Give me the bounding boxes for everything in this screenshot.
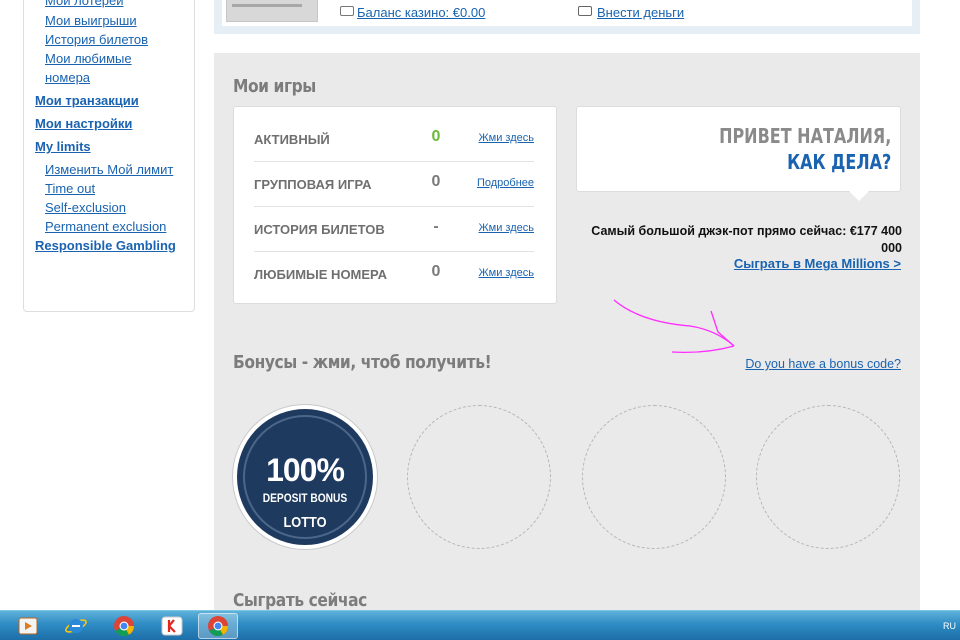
media-player-icon — [18, 617, 38, 635]
game-row-link[interactable]: Жми здесь — [479, 132, 535, 144]
sidebar-item-my-winnings[interactable]: Мои выигрыши — [45, 13, 137, 28]
chrome-icon — [208, 616, 229, 637]
game-row-link[interactable]: Подробнее — [477, 177, 534, 189]
casino-balance-link[interactable]: Баланс казино: €0.00 — [357, 5, 485, 20]
internet-explorer-icon — [65, 619, 87, 633]
badge-percent: 100% — [266, 452, 345, 488]
badge-label: DEPOSIT BONUS — [262, 491, 348, 505]
game-row-value: 0 — [431, 173, 441, 190]
sidebar-item-time-out[interactable]: Time out — [45, 181, 95, 196]
empty-bonus-slot — [756, 405, 900, 549]
game-row-group-play: ГРУППОВАЯ ИГРА 0 Подробнее — [254, 162, 534, 207]
game-row-link[interactable]: Жми здесь — [479, 267, 535, 279]
sidebar-item-my-limits[interactable]: My limits — [35, 139, 91, 154]
empty-bonus-slot — [582, 405, 726, 549]
bonus-code-link[interactable]: Do you have a bonus code? — [745, 357, 901, 371]
language-indicator[interactable]: RU — [943, 621, 956, 631]
windows-taskbar: RU — [0, 610, 960, 640]
sidebar-item-responsible-gambling[interactable]: Responsible Gambling — [35, 238, 176, 253]
game-row-value: 0 — [431, 263, 441, 280]
sidebar-item-favorite-numbers-line2[interactable]: номера — [45, 70, 90, 85]
casino-chip-icon — [340, 6, 354, 16]
badge-brand: LOTTO — [283, 514, 327, 531]
sidebar-item-self-exclusion[interactable]: Self-exclusion — [45, 200, 126, 215]
credit-card-icon — [578, 6, 592, 16]
jackpot-text: Самый большой джэк-пот прямо сейчас: €17… — [591, 224, 902, 255]
chrome-icon — [114, 616, 135, 637]
game-row-label: ИСТОРИЯ БИЛЕТОВ — [254, 222, 385, 237]
account-image-bar — [232, 4, 302, 7]
account-summary-inner — [222, 0, 912, 26]
sidebar-item-ticket-history[interactable]: История билетов — [45, 32, 148, 47]
sidebar-item-my-lotteries[interactable]: Мои лотереи — [45, 0, 124, 8]
game-row-value: - — [433, 218, 439, 235]
taskbar-chrome-active[interactable] — [198, 613, 238, 639]
deposit-link[interactable]: Внести деньги — [597, 5, 684, 20]
my-games-card: АКТИВНЫЙ 0 Жми здесь ГРУППОВАЯ ИГРА 0 По… — [233, 106, 557, 304]
greeting-line-2: КАК ДЕЛА? — [786, 150, 891, 174]
game-row-label: АКТИВНЫЙ — [254, 132, 330, 147]
game-row-label: ЛЮБИМЫЕ НОМЕРА — [254, 267, 387, 282]
sidebar-item-change-limit[interactable]: Изменить Мой лимит — [45, 162, 173, 177]
taskbar-yandex-browser[interactable] — [152, 613, 192, 639]
game-row-favorite-numbers: ЛЮБИМЫЕ НОМЕРА 0 Жми здесь — [254, 252, 534, 297]
empty-bonus-slot — [407, 405, 551, 549]
taskbar-chrome[interactable] — [104, 613, 144, 639]
sidebar-item-transactions[interactable]: Мои транзакции — [35, 93, 139, 108]
sidebar-item-settings[interactable]: Мои настройки — [35, 116, 132, 131]
play-mega-millions-link[interactable]: Сыграть в Mega Millions > — [734, 256, 901, 271]
browser-page: Мои лотереи Мои выигрыши История билетов… — [0, 0, 960, 640]
game-row-label: ГРУППОВАЯ ИГРА — [254, 177, 372, 192]
greeting-line-1: ПРИВЕТ НАТАЛИЯ, — [718, 124, 891, 148]
game-row-active: АКТИВНЫЙ 0 Жми здесь — [254, 117, 534, 162]
greeting-card — [576, 106, 901, 192]
game-row-value: 0 — [431, 128, 441, 145]
taskbar-media-player[interactable] — [8, 613, 48, 639]
sidebar-item-permanent-exclusion[interactable]: Permanent exclusion — [45, 219, 166, 234]
play-now-title: Сыграть сейчас — [233, 590, 367, 611]
greeting-card-tail — [849, 191, 869, 201]
game-row-ticket-history: ИСТОРИЯ БИЛЕТОВ - Жми здесь — [254, 207, 534, 252]
sidebar-item-favorite-numbers[interactable]: Мои любимые — [45, 51, 132, 66]
my-games-title: Мои игры — [233, 76, 316, 97]
game-row-link[interactable]: Жми здесь — [479, 222, 535, 234]
deposit-bonus-badge[interactable]: 100% DEPOSIT BONUS LOTTO — [233, 405, 377, 549]
taskbar-internet-explorer[interactable] — [56, 613, 96, 639]
bonuses-title: Бонусы - жми, чтоб получить! — [233, 352, 492, 373]
yandex-browser-icon — [161, 616, 183, 636]
